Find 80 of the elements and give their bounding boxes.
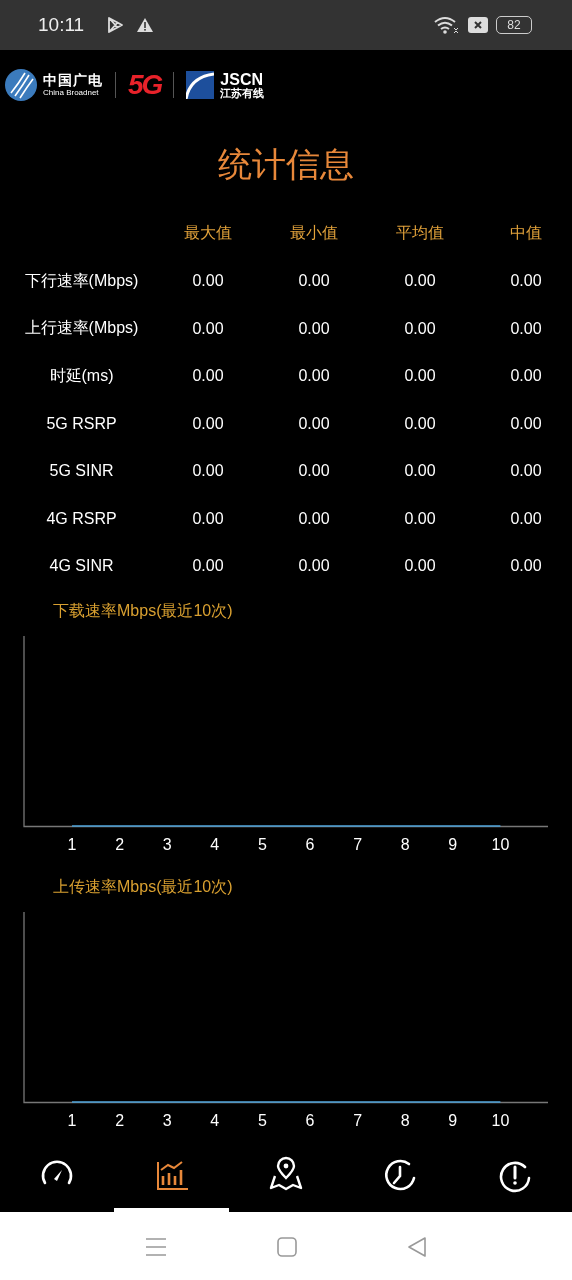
chart-title: 下载速率Mbps(最近10次) [52,601,234,621]
table-cell-text: 0.00 [191,556,225,577]
row-label: 4G RSRP [45,508,118,529]
table-cell-text: 0.00 [403,366,437,387]
table-cell-text: 0.00 [509,271,543,292]
table-cell-text: 0.00 [403,556,437,577]
fiveg-logo: 5G [128,69,162,101]
globe-logo-icon [5,69,37,101]
axis-label: 7 [353,1112,363,1129]
column-header: 最大值 [183,223,233,244]
axis-label: 7 [353,836,363,853]
wifi-icon [434,16,458,34]
axis-label: 10 [491,1112,510,1129]
battery-icon: 82 [496,16,532,34]
table-cell-text: 0.00 [403,413,437,434]
row-label: 下行速率(Mbps) [23,270,140,291]
back-button[interactable] [407,1236,427,1258]
home-button[interactable] [277,1237,297,1257]
table-cell-text: 0.00 [297,461,331,482]
axis-label: 1 [67,1112,77,1129]
table-cell-text: 0.00 [509,556,543,577]
table-cell-text: 0.00 [297,366,331,387]
axis-label: 8 [400,1112,410,1129]
column-header: 中值 [509,223,543,244]
axis-label: 4 [210,1112,220,1129]
table-cell-text: 0.00 [509,413,543,434]
table-cell-text: 0.00 [297,271,331,292]
menu-icon [145,1237,167,1257]
table-cell-text: 0.00 [191,271,225,292]
table-cell-text: 0.00 [191,508,225,529]
table-cell-text: 0.00 [297,508,331,529]
no-sim-icon [468,17,488,33]
axis-label: 6 [305,1112,315,1129]
row-label: 5G SINR [48,461,115,482]
table-cell-text: 0.00 [403,508,437,529]
axis-label: 2 [115,836,125,853]
brand-subtitle: China Broadnet [43,89,100,97]
table-cell-text: 0.00 [509,366,543,387]
row-label: 上行速率(Mbps) [23,318,140,339]
table-cell-text: 0.00 [403,461,437,482]
axis-label: 6 [305,836,315,853]
table-cell-text: 0.00 [509,318,543,339]
brand-subtitle: 江苏有线 [220,87,265,99]
table-cell-text: 0.00 [509,461,543,482]
play-icon [106,16,125,34]
square-icon [277,1237,297,1257]
axis-label: 1 [67,836,77,853]
row-label: 4G SINR [48,556,115,577]
axis-label: 8 [400,836,410,853]
table-cell-text: 0.00 [403,271,437,292]
table-cell-text: 0.00 [191,413,225,434]
table-cell-text: 0.00 [191,461,225,482]
table-cell-text: 0.00 [191,366,225,387]
axis-label: 3 [162,1112,172,1129]
axis-label: 4 [210,836,220,853]
table-cell-text: 0.00 [403,318,437,339]
axis-label: 5 [257,836,267,853]
back-icon [407,1236,427,1258]
axis-label: 9 [448,1112,458,1129]
table-cell-text: 0.00 [297,413,331,434]
clock-time: 10:11 [38,14,85,36]
row-label: 时延(ms) [48,365,115,386]
table-cell-text: 0.00 [509,508,543,529]
axis-label: 5 [257,1112,267,1129]
table-cell-text: 0.00 [297,556,331,577]
brand-name: JSCN [220,71,265,88]
column-header: 平均值 [395,223,445,244]
axis-label: 10 [491,836,510,853]
table-cell-text: 0.00 [191,318,225,339]
page-title: 统计信息 [218,143,354,186]
column-header: 最小值 [289,223,339,244]
table-cell-text: 0.00 [297,318,331,339]
chart-title: 上传速率Mbps(最近10次) [52,877,234,897]
axis-label: 2 [115,1112,125,1129]
axis-label: 3 [162,836,172,853]
warning-icon [136,17,155,33]
axis-label: 9 [448,836,458,853]
brand-name: 中国广电 [43,73,103,87]
row-label: 5G RSRP [45,413,118,434]
jscn-logo-icon [186,71,215,99]
